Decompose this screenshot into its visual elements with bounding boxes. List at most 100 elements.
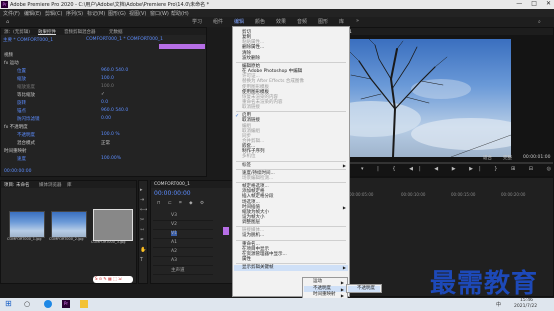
context-menu-item[interactable]: 设为脱机...: [242, 233, 264, 239]
track-header[interactable]: A2: [153, 249, 213, 257]
effect-row-label: 缩放宽度: [17, 85, 35, 90]
timeline-tab[interactable]: COMFORT000_1: [154, 182, 190, 187]
close-button[interactable]: ✕: [546, 0, 551, 7]
razor-tool-icon[interactable]: ✂: [140, 217, 147, 223]
menu-file[interactable]: 文件(F): [3, 10, 20, 17]
effect-row-value[interactable]: 960.0 540.0: [101, 108, 128, 114]
hand-tool-icon[interactable]: ✋: [140, 247, 147, 253]
effect-row-value[interactable]: 100.0 %: [101, 132, 120, 138]
title-bar: Pr Adobe Premiere Pro 2020 - C:\用户\Adobe…: [0, 0, 554, 9]
context-menu-item[interactable]: 波纹删除: [242, 56, 260, 62]
ripple-edit-icon[interactable]: ⟷: [140, 207, 147, 213]
workspace-graphics[interactable]: 图形: [318, 18, 328, 25]
workspace-effects[interactable]: 效果: [276, 18, 286, 25]
workspace-assembly[interactable]: 组件: [213, 18, 223, 25]
effect-row-value[interactable]: ✓: [101, 92, 105, 98]
clock-time[interactable]: 15:46: [520, 298, 533, 303]
workspace-audio[interactable]: 音频: [297, 18, 307, 25]
submenu-arrow-icon: ▶: [340, 280, 344, 285]
effect-row-value[interactable]: 100.0: [101, 84, 114, 90]
submenu-item[interactable]: 不透明度: [357, 286, 375, 292]
ime-indicator[interactable]: 中: [496, 301, 501, 308]
track-header[interactable]: 主声道: [153, 267, 213, 275]
workspace-libraries[interactable]: 库: [339, 18, 344, 25]
menu-sequence[interactable]: 序列(S): [66, 10, 83, 17]
effect-row-value[interactable]: 100.00%: [101, 156, 121, 162]
floating-toolbar[interactable]: S ⊙ ✎ ▦ ⬚ ⇲: [93, 276, 133, 283]
submenu-arrow-icon: ▶: [342, 204, 346, 210]
context-menu-item[interactable]: 标签: [242, 163, 251, 169]
timeline-tools-row[interactable]: ⊓ ⊏ ⌗ ◆ ⚙: [157, 200, 207, 206]
tab-audio-mixer[interactable]: 音频剪辑混合器: [64, 29, 96, 35]
menu-clip[interactable]: 剪辑(C): [45, 10, 62, 17]
tools-panel: ▸ ⇥ ⟷ ✂ ⇿ ✒ ✋ T: [138, 180, 148, 284]
track-select-icon[interactable]: ⇥: [140, 197, 147, 203]
context-menu-item[interactable]: 多机位: [242, 154, 256, 160]
menu-marker[interactable]: 标记(M): [87, 10, 105, 17]
edge-browser-icon[interactable]: [44, 300, 52, 308]
timeline-clip[interactable]: [223, 227, 229, 235]
premiere-taskbar-icon[interactable]: Pr: [62, 300, 70, 308]
menu-edit[interactable]: 编辑(E): [24, 10, 41, 17]
submenu-item[interactable]: 不透明度: [313, 286, 331, 292]
workspace-learn[interactable]: 学习: [192, 18, 202, 25]
transport-controls[interactable]: ▾ | { ◀| ◀ ▶ ▶| } ⊞ ⊟ ◎: [361, 166, 551, 174]
tab-libraries[interactable]: 库: [67, 182, 72, 188]
tab-source[interactable]: 源：(无剪辑): [4, 29, 30, 35]
menu-window[interactable]: 窗口(W): [150, 10, 169, 17]
effect-row-value[interactable]: 正常: [101, 140, 110, 146]
submenu-item[interactable]: 运动: [313, 279, 322, 285]
menu-graphics[interactable]: 图形(G): [108, 10, 126, 17]
effect-row-value[interactable]: 0.00: [101, 116, 111, 122]
project-thumbnail-3[interactable]: [93, 209, 133, 241]
windows-start-icon[interactable]: ⊞: [5, 299, 13, 308]
context-menu-item[interactable]: 显示剪辑关键帧: [242, 265, 274, 271]
project-item-name-1[interactable]: COMFORT000_1.jpg: [7, 237, 42, 241]
track-header[interactable]: A3: [153, 258, 213, 266]
menu-view[interactable]: 视图(V): [129, 10, 146, 17]
project-item-name-2[interactable]: COMFORT000_2.jpg: [49, 237, 84, 241]
track-label: A2: [171, 249, 177, 254]
effect-row-value[interactable]: 960.0 540.0: [101, 68, 128, 74]
effect-row-label: fx 不透明度: [4, 125, 28, 130]
selection-tool-icon[interactable]: ▸: [140, 187, 147, 193]
context-menu-item[interactable]: 调整图层: [242, 220, 260, 226]
slip-tool-icon[interactable]: ⇿: [140, 227, 147, 233]
track-header[interactable]: A1: [153, 240, 213, 248]
track-header[interactable]: V2: [153, 222, 213, 230]
pen-tool-icon[interactable]: ✒: [140, 237, 147, 243]
effect-row-value[interactable]: 0.0: [101, 100, 108, 106]
project-thumbnail-1[interactable]: [9, 211, 45, 238]
maximize-button[interactable]: □: [531, 0, 537, 7]
workspace-more[interactable]: »: [356, 18, 359, 24]
effect-timecode: 00:00:00:00: [4, 169, 32, 174]
home-icon[interactable]: ⌂: [6, 19, 9, 25]
context-menu-item[interactable]: 取消链接: [242, 105, 260, 111]
workspace-color[interactable]: 颜色: [255, 18, 265, 25]
timeline-timecode[interactable]: 00:00:00:00: [154, 190, 191, 197]
effect-row-value[interactable]: 100.0: [101, 76, 114, 82]
tab-media-browser[interactable]: 媒体浏览器: [39, 182, 62, 188]
clock-date[interactable]: 2021/7/22: [514, 304, 537, 309]
tab-project[interactable]: 项目: 未命名: [4, 182, 29, 188]
project-thumbnail-2[interactable]: [51, 211, 87, 238]
track-header[interactable]: V1: [153, 231, 213, 239]
track-label: A1: [171, 240, 177, 245]
search-icon[interactable]: ⌕: [538, 19, 541, 25]
search-taskbar-icon[interactable]: ○: [24, 300, 32, 308]
menu-help[interactable]: 帮助(H): [171, 10, 189, 17]
file-explorer-icon[interactable]: [80, 300, 88, 308]
tab-metadata[interactable]: 元数据: [109, 29, 123, 35]
program-fit-select[interactable]: 适合: [483, 155, 492, 161]
track-label: V3: [171, 213, 177, 218]
context-menu-item[interactable]: 场景编辑检测...: [242, 176, 273, 182]
type-tool-icon[interactable]: T: [140, 257, 147, 263]
tab-effect-controls[interactable]: 效果控件: [38, 29, 56, 35]
track-label: 主声道: [171, 268, 185, 273]
context-menu-item[interactable]: 属性: [242, 257, 251, 263]
project-item-name-3[interactable]: COMFORT000_3.jpg: [91, 240, 126, 244]
track-header[interactable]: V3: [153, 213, 213, 221]
workspace-editing[interactable]: 编辑: [234, 18, 244, 25]
minimize-button[interactable]: —: [516, 0, 522, 7]
program-quality-select[interactable]: 完整: [503, 155, 512, 161]
